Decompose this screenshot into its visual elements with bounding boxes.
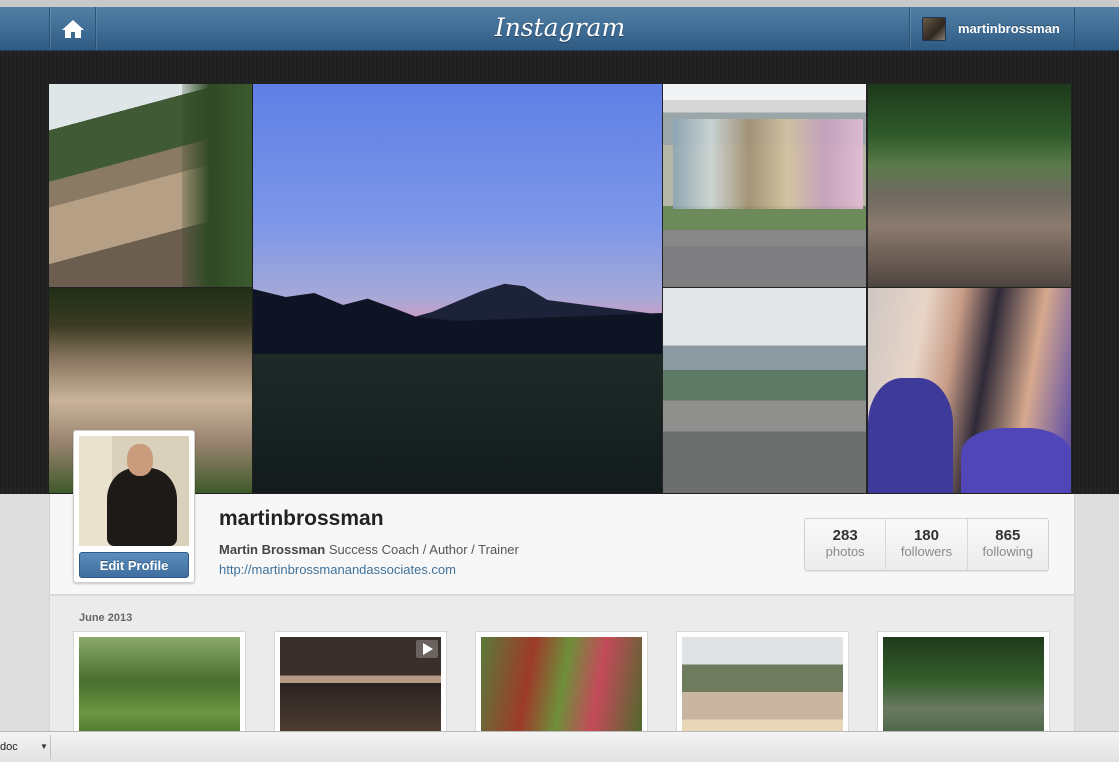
- user-menu[interactable]: martinbrossman: [909, 7, 1075, 50]
- profile-username: martinbrossman: [219, 507, 384, 530]
- profile-full-name: Martin Brossman: [219, 542, 326, 557]
- stat-following-label: following: [982, 544, 1034, 559]
- feed-photo-4[interactable]: [676, 631, 849, 747]
- nav-avatar: [922, 16, 946, 41]
- mosaic-photo-river[interactable]: [49, 84, 252, 287]
- feed-photo-3[interactable]: [475, 631, 648, 747]
- mosaic-photo-twilight-mountain[interactable]: [253, 84, 662, 493]
- stat-followers[interactable]: 180 followers: [886, 519, 968, 570]
- video-play-icon: [416, 640, 438, 658]
- profile-bio: Martin Brossman Success Coach / Author /…: [219, 542, 519, 557]
- stat-followers-label: followers: [900, 544, 953, 559]
- profile-bio-text: Success Coach / Author / Trainer: [328, 542, 519, 557]
- feed-photo-2[interactable]: [274, 631, 447, 747]
- browser-download-bar: doc ▼: [0, 731, 1119, 762]
- mosaic-photo-creek[interactable]: [868, 84, 1071, 287]
- download-item[interactable]: doc ▼: [0, 735, 51, 759]
- profile-photo-mosaic: [49, 84, 1071, 493]
- download-item-label: doc: [0, 741, 18, 753]
- stat-photos-count: 283: [832, 527, 858, 544]
- mosaic-photo-cityscape[interactable]: [663, 288, 866, 493]
- field-foreground: [253, 354, 662, 493]
- stat-following-count: 865: [995, 527, 1021, 544]
- profile-website-link[interactable]: http://martinbrossmanandassociates.com: [219, 562, 456, 577]
- profile-avatar[interactable]: [79, 436, 189, 546]
- profile-stats: 283 photos 180 followers 865 following: [804, 518, 1049, 571]
- stat-photos-label: photos: [825, 544, 865, 559]
- mosaic-photo-mural-building[interactable]: [663, 84, 866, 287]
- feed-month-header: June 2013: [79, 612, 133, 624]
- stat-followers-count: 180: [913, 527, 939, 544]
- instagram-logo[interactable]: Instagram: [440, 11, 680, 45]
- stat-photos[interactable]: 283 photos: [805, 519, 887, 570]
- home-button[interactable]: [49, 7, 96, 50]
- profile-avatar-card: Edit Profile: [73, 430, 195, 583]
- feed-photo-5[interactable]: [877, 631, 1050, 747]
- edit-profile-button[interactable]: Edit Profile: [79, 552, 189, 578]
- top-navbar: Instagram martinbrossman: [0, 7, 1119, 51]
- mosaic-photo-selfie[interactable]: [868, 288, 1071, 493]
- nav-username: martinbrossman: [958, 21, 1060, 36]
- stat-following[interactable]: 865 following: [968, 519, 1048, 570]
- home-icon: [61, 19, 84, 38]
- dropdown-arrow-icon[interactable]: ▼: [40, 735, 48, 759]
- feed-photo-1[interactable]: [73, 631, 246, 747]
